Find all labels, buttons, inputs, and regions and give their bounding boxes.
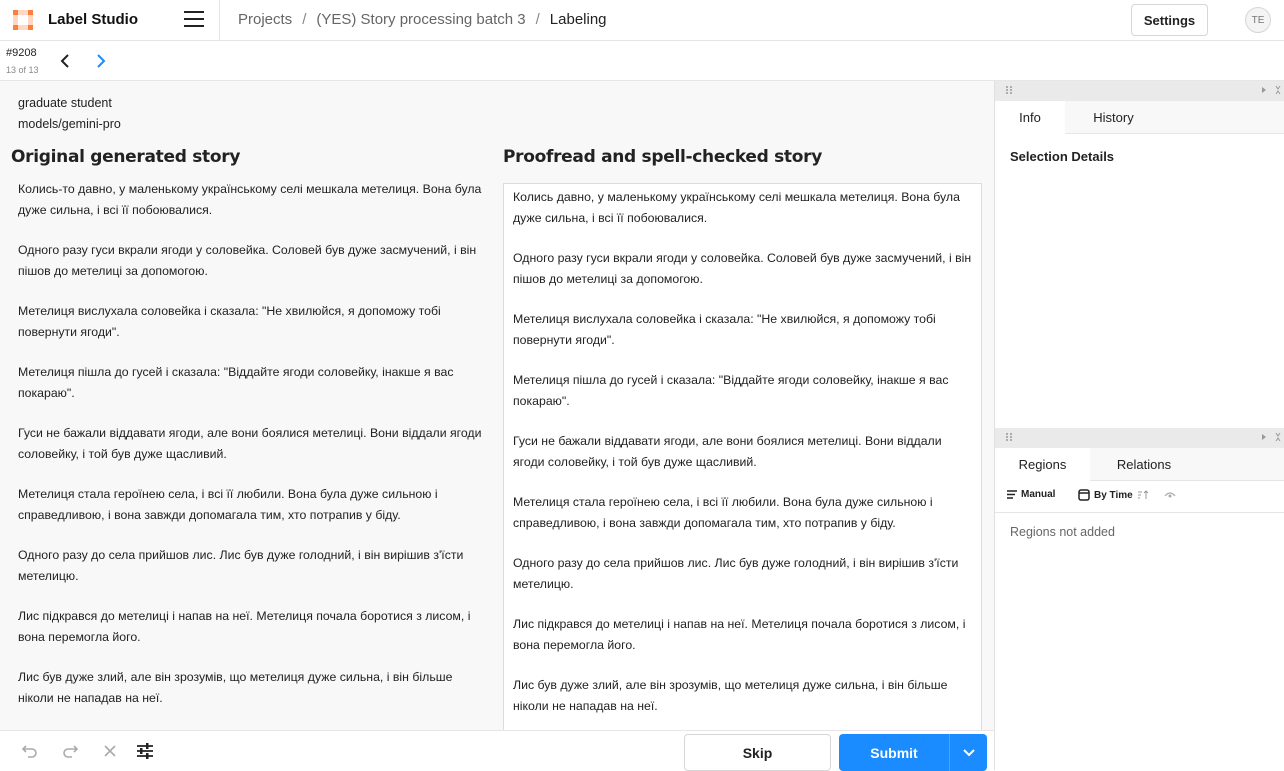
breadcrumb-project[interactable]: (YES) Story processing batch 3 bbox=[316, 11, 525, 28]
eye-icon[interactable] bbox=[1164, 490, 1176, 500]
side-panel: Info History Selection Details Regions R… bbox=[994, 81, 1284, 770]
divider bbox=[219, 0, 220, 41]
paragraph: Гуси не бажали віддавати ягоди, але вони… bbox=[513, 434, 942, 469]
info-tabs: Info History bbox=[995, 101, 1284, 134]
paragraph: Метелиця вислухала соловейка і сказала: … bbox=[513, 312, 936, 347]
skip-button[interactable]: Skip bbox=[684, 734, 831, 771]
selection-details-title: Selection Details bbox=[1010, 149, 1115, 164]
regions-tabs: Regions Relations bbox=[995, 448, 1284, 481]
hamburger-icon[interactable] bbox=[184, 11, 204, 29]
sort-icon bbox=[1137, 490, 1149, 499]
paragraph: Гуси не бажали віддавати ягоди, але вони… bbox=[18, 426, 482, 461]
top-navigation-bar: Label Studio Projects / (YES) Story proces… bbox=[0, 0, 1284, 41]
task-position: 13 of 13 bbox=[6, 65, 39, 75]
original-story-text: Колись-то давно, у маленькому українсько… bbox=[18, 179, 490, 728]
tab-relations[interactable]: Relations bbox=[1090, 448, 1198, 481]
regions-panel-header[interactable] bbox=[995, 428, 1284, 448]
proofread-story-text[interactable]: Колись давно, у маленькому українському … bbox=[513, 187, 973, 736]
breadcrumb: Projects / (YES) Story processing batch 3 /… bbox=[238, 11, 607, 28]
manual-sort-button[interactable]: Manual bbox=[1007, 489, 1055, 500]
paragraph: Лис підкрався до метелиці і напав на неї… bbox=[18, 609, 471, 644]
paragraph: Одного разу до села прийшов лис. Лис був… bbox=[18, 548, 464, 583]
divider bbox=[995, 512, 1284, 513]
info-panel-header[interactable] bbox=[995, 81, 1284, 101]
settings-sliders-icon[interactable] bbox=[135, 741, 155, 761]
task-id: #9208 bbox=[6, 47, 37, 59]
list-icon bbox=[1007, 490, 1017, 499]
original-story-title: Original generated story bbox=[11, 147, 241, 167]
expand-icon[interactable] bbox=[1259, 432, 1269, 442]
breadcrumb-current: Labeling bbox=[549, 11, 607, 28]
paragraph: Колись давно, у маленькому українському … bbox=[513, 190, 960, 225]
breadcrumb-separator: / bbox=[302, 11, 307, 28]
paragraph: Лис був дуже злий, але він зрозумів, що … bbox=[18, 670, 453, 705]
paragraph: Метелиця пішла до гусей і сказала: "Відд… bbox=[513, 373, 949, 408]
proofread-story-title: Proofread and spell-checked story bbox=[503, 147, 823, 167]
avatar[interactable]: TE bbox=[1245, 7, 1271, 33]
expand-icon[interactable] bbox=[1259, 85, 1269, 95]
task-bar: #9208 13 of 13 bbox=[0, 41, 1284, 81]
manual-label: Manual bbox=[1021, 489, 1056, 500]
chevron-left-icon[interactable] bbox=[58, 52, 72, 70]
bottom-toolbar: Skip Submit bbox=[0, 730, 994, 771]
tab-history[interactable]: History bbox=[1065, 101, 1162, 134]
by-time-sort-button[interactable]: By Time bbox=[1078, 489, 1149, 501]
submit-options-button[interactable] bbox=[949, 734, 987, 771]
by-time-label: By Time bbox=[1094, 489, 1133, 501]
tab-regions[interactable]: Regions bbox=[995, 448, 1090, 481]
collapse-icon[interactable] bbox=[1273, 432, 1283, 442]
tab-info[interactable]: Info bbox=[995, 101, 1065, 134]
meta-model: models/gemini-pro bbox=[18, 117, 121, 131]
paragraph: Одного разу гуси вкрали ягоди у соловейк… bbox=[513, 251, 972, 286]
settings-button[interactable]: Settings bbox=[1131, 4, 1208, 36]
paragraph: Лис підкрався до метелиці і напав на неї… bbox=[513, 617, 966, 652]
paragraph: Колись-то давно, у маленькому українсько… bbox=[18, 182, 482, 217]
paragraph: Метелиця стала героїнею села, і всі її л… bbox=[513, 495, 933, 530]
paragraph: Метелиця пішла до гусей і сказала: "Відд… bbox=[18, 365, 454, 400]
paragraph: Одного разу до села прийшов лис. Лис був… bbox=[513, 556, 959, 591]
app-title[interactable]: Label Studio bbox=[48, 11, 138, 28]
paragraph: Метелиця стала героїнею села, і всі її л… bbox=[18, 487, 438, 522]
redo-icon[interactable] bbox=[60, 741, 80, 761]
undo-icon[interactable] bbox=[20, 741, 40, 761]
logo-icon[interactable] bbox=[12, 9, 34, 31]
paragraph: Лис був дуже злий, але він зрозумів, що … bbox=[513, 678, 948, 713]
regions-toolbar: Manual By Time bbox=[995, 484, 1284, 508]
regions-empty-message: Regions not added bbox=[1010, 525, 1115, 539]
clock-icon bbox=[1078, 489, 1090, 501]
chevron-right-icon[interactable] bbox=[94, 52, 108, 70]
chevron-down-icon bbox=[962, 748, 975, 756]
breadcrumb-projects[interactable]: Projects bbox=[238, 11, 292, 28]
grip-icon[interactable] bbox=[1005, 85, 1013, 95]
close-icon[interactable] bbox=[100, 741, 120, 761]
grip-icon[interactable] bbox=[1005, 432, 1013, 442]
meta-user-type: graduate student bbox=[18, 96, 112, 110]
submit-button[interactable]: Submit bbox=[839, 734, 949, 771]
paragraph: Метелиця вислухала соловейка і сказала: … bbox=[18, 304, 441, 339]
paragraph: Одного разу гуси вкрали ягоди у соловейк… bbox=[18, 243, 477, 278]
breadcrumb-separator: / bbox=[535, 11, 540, 28]
collapse-icon[interactable] bbox=[1273, 85, 1283, 95]
